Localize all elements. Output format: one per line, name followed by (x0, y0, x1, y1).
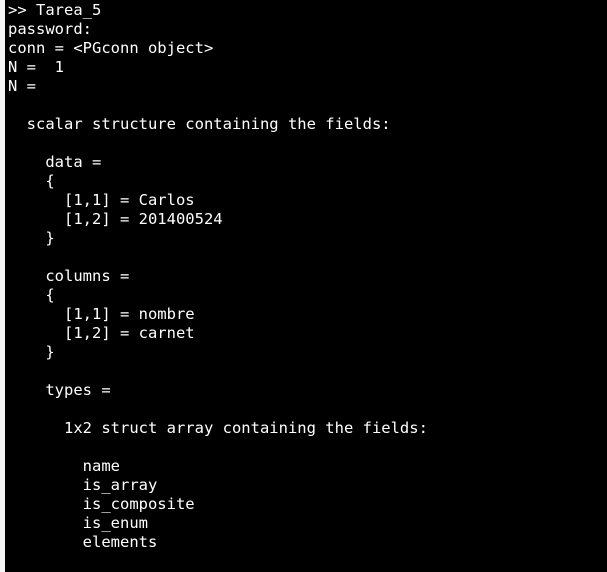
output-line: columns = (8, 267, 130, 285)
command-line: >> Tarea_5 (8, 1, 102, 19)
output-line: is_enum (8, 514, 148, 532)
output-line: { (8, 286, 55, 304)
output-line: [1,1] = Carlos (8, 191, 195, 209)
output-line: { (8, 172, 55, 190)
output-line: elements (8, 533, 158, 551)
output-line: is_array (8, 476, 158, 494)
output-line: is_composite (8, 495, 195, 513)
output-line: N = (8, 77, 36, 95)
terminal-window[interactable]: >> Tarea_5 password: conn = <PGconn obje… (0, 0, 607, 572)
output-line: scalar structure containing the fields: (8, 115, 391, 133)
output-line: [1,2] = 201400524 (8, 210, 223, 228)
output-line: } (8, 343, 55, 361)
terminal-output: >> Tarea_5 password: conn = <PGconn obje… (8, 1, 607, 552)
output-line: } (8, 229, 55, 247)
output-line: [1,1] = nombre (8, 305, 195, 323)
output-line: N = 1 (8, 58, 64, 76)
output-line: 1x2 struct array containing the fields: (8, 419, 428, 437)
password-prompt: password: (8, 20, 92, 38)
output-line: [1,2] = carnet (8, 324, 195, 342)
output-line: data = (8, 153, 102, 171)
output-line: conn = <PGconn object> (8, 39, 214, 57)
output-line: name (8, 457, 120, 475)
output-line: types = (8, 381, 111, 399)
